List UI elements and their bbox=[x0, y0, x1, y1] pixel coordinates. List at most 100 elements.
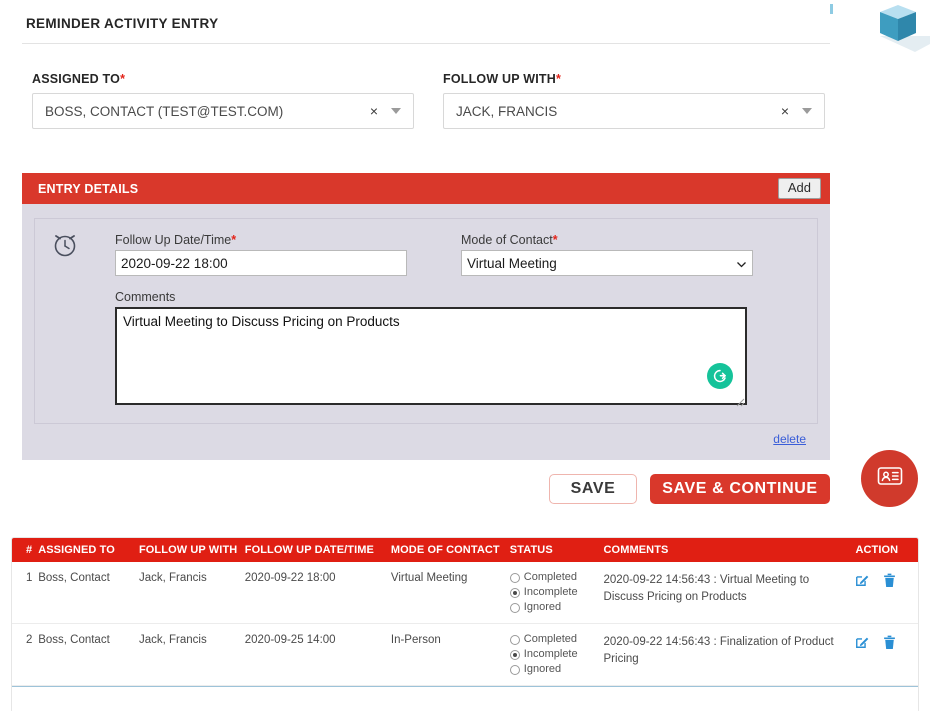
delete-icon[interactable] bbox=[883, 573, 896, 588]
table-footer bbox=[12, 686, 918, 711]
follow-up-datetime-label-text: Follow Up Date/Time bbox=[115, 233, 231, 247]
form-actions: SAVE SAVE & CONTINUE bbox=[0, 474, 830, 504]
column-header-status: STATUS bbox=[510, 538, 604, 562]
radio-button-icon[interactable] bbox=[510, 635, 520, 645]
follow-up-with-clear-icon[interactable]: × bbox=[781, 104, 789, 118]
status-radio-label: Ignored bbox=[524, 664, 561, 675]
follow-up-with-field: FOLLOW UP WITH* JACK, FRANCIS × bbox=[443, 72, 825, 129]
logo-tick-mark bbox=[830, 4, 833, 14]
cube-logo-decoration bbox=[820, 0, 930, 60]
mode-of-contact-value: Virtual Meeting bbox=[467, 256, 557, 271]
assigned-to-clear-icon[interactable]: × bbox=[370, 104, 378, 118]
assigned-to-caret-down-icon[interactable] bbox=[391, 108, 401, 114]
title-divider bbox=[22, 43, 830, 44]
radio-button-icon[interactable] bbox=[510, 588, 520, 598]
grammarly-icon[interactable] bbox=[707, 363, 733, 389]
comments-textarea-wrapper bbox=[115, 307, 747, 405]
delete-entry-link[interactable]: delete bbox=[773, 432, 806, 446]
comments-field: Comments bbox=[115, 290, 747, 405]
radio-button-icon[interactable] bbox=[510, 665, 520, 675]
mode-of-contact-label-text: Mode of Contact bbox=[461, 233, 553, 247]
column-header-follow-up-with: FOLLOW UP WITH bbox=[139, 538, 245, 562]
reminder-activity-page: REMINDER ACTIVITY ENTRY ASSIGNED TO* BOS… bbox=[0, 0, 930, 711]
status-radio-label: Ignored bbox=[524, 602, 561, 613]
status-radio-incomplete[interactable]: Incomplete bbox=[510, 649, 600, 660]
cell-status: Completed Incomplete Ignored bbox=[510, 562, 604, 624]
save-and-continue-button[interactable]: SAVE & CONTINUE bbox=[650, 474, 830, 504]
cell-follow-up-with: Jack, Francis bbox=[139, 562, 245, 624]
assigned-to-field: ASSIGNED TO* BOSS, CONTACT (TEST@TEST.CO… bbox=[32, 72, 414, 129]
radio-button-icon[interactable] bbox=[510, 573, 520, 583]
contact-card-fab-button[interactable] bbox=[861, 450, 918, 507]
entry-delete-row: delete bbox=[34, 424, 818, 456]
cell-comments: 2020-09-22 14:56:43 : Finalization of Pr… bbox=[604, 624, 856, 686]
cell-follow-up-datetime: 2020-09-22 18:00 bbox=[245, 562, 391, 624]
radio-button-icon[interactable] bbox=[510, 603, 520, 613]
column-header-comments: COMMENTS bbox=[604, 538, 856, 562]
status-radio-incomplete[interactable]: Incomplete bbox=[510, 587, 600, 598]
page-title: REMINDER ACTIVITY ENTRY bbox=[26, 16, 218, 31]
cell-mode-of-contact: Virtual Meeting bbox=[391, 562, 510, 624]
entry-detail-card: Follow Up Date/Time* Mode of Contact* Vi… bbox=[34, 218, 818, 424]
mode-of-contact-field: Mode of Contact* Virtual Meeting bbox=[461, 233, 753, 276]
column-header-action: ACTION bbox=[855, 538, 918, 562]
entry-details-header: ENTRY DETAILS Add bbox=[22, 173, 830, 204]
entry-details-body: Follow Up Date/Time* Mode of Contact* Vi… bbox=[22, 204, 830, 460]
follow-up-with-value: JACK, FRANCIS bbox=[456, 104, 781, 119]
status-radio-label: Incomplete bbox=[524, 649, 578, 660]
follow-up-datetime-label: Follow Up Date/Time* bbox=[115, 233, 407, 247]
cell-status: Completed Incomplete Ignored bbox=[510, 624, 604, 686]
column-header-follow-up-datetime: FOLLOW UP DATE/TIME bbox=[245, 538, 391, 562]
follow-up-datetime-required-asterisk: * bbox=[231, 233, 236, 247]
mode-of-contact-select[interactable]: Virtual Meeting bbox=[461, 250, 753, 276]
cell-num: 2 bbox=[12, 624, 38, 686]
comments-textarea[interactable] bbox=[115, 307, 747, 405]
table-body: 1Boss, ContactJack, Francis2020-09-22 18… bbox=[12, 562, 918, 686]
textarea-resize-grip[interactable] bbox=[736, 394, 745, 403]
status-radio-ignored[interactable]: Ignored bbox=[510, 602, 600, 613]
status-radio-completed[interactable]: Completed bbox=[510, 572, 600, 583]
edit-icon[interactable] bbox=[855, 573, 869, 587]
edit-icon[interactable] bbox=[855, 635, 869, 649]
follow-up-datetime-input[interactable] bbox=[115, 250, 407, 276]
reminder-entries-table: # ASSIGNED TO FOLLOW UP WITH FOLLOW UP D… bbox=[11, 537, 919, 711]
follow-up-datetime-field: Follow Up Date/Time* bbox=[115, 233, 407, 276]
follow-up-with-label: FOLLOW UP WITH* bbox=[443, 72, 825, 86]
add-entry-button[interactable]: Add bbox=[778, 178, 821, 199]
cell-num: 1 bbox=[12, 562, 38, 624]
row-actions bbox=[855, 572, 914, 588]
cell-mode-of-contact: In-Person bbox=[391, 624, 510, 686]
table-header-row: # ASSIGNED TO FOLLOW UP WITH FOLLOW UP D… bbox=[12, 538, 918, 562]
assigned-to-label: ASSIGNED TO* bbox=[32, 72, 414, 86]
follow-up-with-required-asterisk: * bbox=[556, 72, 561, 86]
cell-assigned-to: Boss, Contact bbox=[38, 562, 139, 624]
status-radio-label: Completed bbox=[524, 634, 577, 645]
status-radio-label: Incomplete bbox=[524, 587, 578, 598]
radio-button-icon[interactable] bbox=[510, 650, 520, 660]
column-header-mode-of-contact: MODE OF CONTACT bbox=[391, 538, 510, 562]
cell-comments: 2020-09-22 14:56:43 : Virtual Meeting to… bbox=[604, 562, 856, 624]
cell-follow-up-with: Jack, Francis bbox=[139, 624, 245, 686]
follow-up-with-select[interactable]: JACK, FRANCIS × bbox=[443, 93, 825, 129]
assigned-to-label-text: ASSIGNED TO bbox=[32, 72, 120, 86]
save-button[interactable]: SAVE bbox=[549, 474, 637, 504]
assigned-to-value: BOSS, CONTACT (TEST@TEST.COM) bbox=[45, 104, 370, 119]
cell-follow-up-datetime: 2020-09-25 14:00 bbox=[245, 624, 391, 686]
cell-assigned-to: Boss, Contact bbox=[38, 624, 139, 686]
table-row: 1Boss, ContactJack, Francis2020-09-22 18… bbox=[12, 562, 918, 624]
cell-action bbox=[855, 562, 918, 624]
column-header-num: # bbox=[12, 538, 38, 562]
assigned-to-select[interactable]: BOSS, CONTACT (TEST@TEST.COM) × bbox=[32, 93, 414, 129]
status-radio-ignored[interactable]: Ignored bbox=[510, 664, 600, 675]
status-radio-completed[interactable]: Completed bbox=[510, 634, 600, 645]
status-radio-group: Completed Incomplete Ignored bbox=[510, 634, 600, 675]
cell-action bbox=[855, 624, 918, 686]
entry-details-title: ENTRY DETAILS bbox=[38, 182, 138, 196]
follow-up-with-caret-down-icon[interactable] bbox=[802, 108, 812, 114]
chevron-down-icon bbox=[736, 258, 747, 269]
delete-icon[interactable] bbox=[883, 635, 896, 650]
comments-label: Comments bbox=[115, 290, 747, 304]
mode-of-contact-label: Mode of Contact* bbox=[461, 233, 753, 247]
contact-card-icon bbox=[874, 460, 906, 497]
column-header-assigned-to: ASSIGNED TO bbox=[38, 538, 139, 562]
